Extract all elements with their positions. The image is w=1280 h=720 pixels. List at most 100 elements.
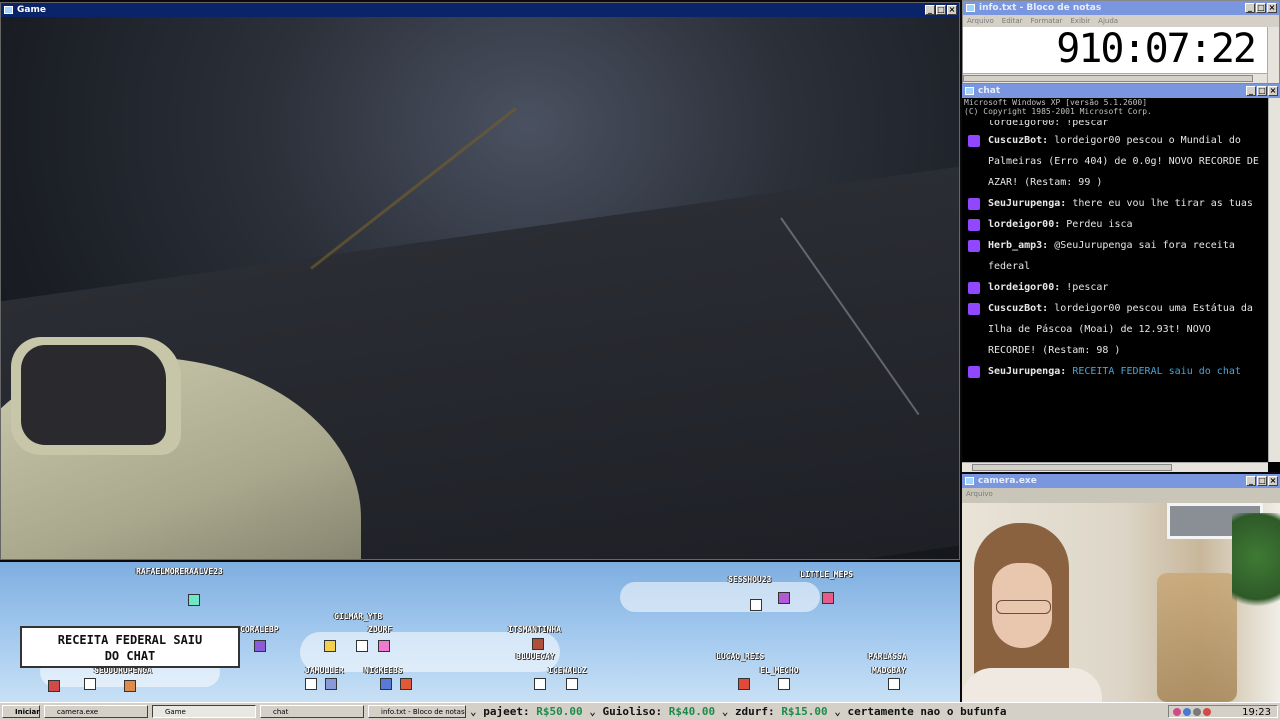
horizontal-scrollbar[interactable] bbox=[963, 73, 1267, 83]
close-button[interactable]: × bbox=[1267, 3, 1277, 13]
taskbar: Iniciar camera.exe Game chat info.txt - … bbox=[0, 702, 1280, 720]
window-title: Game bbox=[17, 5, 46, 15]
ticker-marker: ⌄ bbox=[470, 705, 484, 718]
close-button[interactable]: × bbox=[1268, 86, 1278, 96]
start-button[interactable]: Iniciar bbox=[2, 705, 40, 718]
viewer-name: PARLASSA bbox=[868, 652, 907, 661]
notepad-icon bbox=[966, 4, 975, 12]
minimize-button[interactable]: _ bbox=[925, 5, 935, 15]
viewer-sprite bbox=[778, 592, 790, 604]
maximize-button[interactable]: □ bbox=[1257, 86, 1267, 96]
viewer-sprite bbox=[822, 592, 834, 604]
viewer-sprite bbox=[532, 638, 544, 650]
viewer-sprite bbox=[305, 678, 317, 690]
viewer-name: NICKEEBS bbox=[364, 666, 403, 675]
side-mirror-glass bbox=[21, 345, 166, 445]
ticker-marker: ⌄ bbox=[589, 705, 603, 718]
task-camera[interactable]: camera.exe bbox=[44, 705, 148, 718]
viewer-sprite bbox=[188, 594, 200, 606]
maximize-button[interactable]: □ bbox=[1256, 3, 1266, 13]
scroll-thumb[interactable] bbox=[963, 75, 1253, 82]
menu-edit[interactable]: Editar bbox=[1002, 15, 1023, 27]
viewer-sprite bbox=[380, 678, 392, 690]
message-text: !pescar bbox=[1066, 282, 1109, 293]
minimize-button[interactable]: _ bbox=[1246, 86, 1256, 96]
ticker-marker: ⌄ bbox=[721, 705, 735, 718]
message-user: SeuJurupenga: bbox=[988, 366, 1067, 377]
background-chair bbox=[1157, 573, 1237, 702]
task-notepad[interactable]: info.txt - Bloco de notas bbox=[368, 705, 466, 718]
chat-notice: RECEITA FEDERAL SAIU DO CHAT bbox=[20, 626, 240, 668]
menu-file[interactable]: Arquivo bbox=[967, 15, 994, 27]
chat-window[interactable]: chat _ □ × Microsoft Windows XP [versão … bbox=[962, 84, 1280, 472]
tray-icon[interactable] bbox=[1203, 708, 1211, 716]
scroll-thumb[interactable] bbox=[972, 464, 1172, 471]
viewer-sprite bbox=[356, 640, 368, 652]
viewer-sprite bbox=[888, 678, 900, 690]
camera-titlebar[interactable]: camera.exe _ □ × bbox=[962, 474, 1280, 488]
message-user: SeuJurupenga: bbox=[988, 198, 1067, 209]
close-button[interactable]: × bbox=[1268, 476, 1278, 486]
cloud bbox=[620, 582, 820, 612]
app-icon bbox=[4, 6, 13, 14]
notice-line: DO CHAT bbox=[104, 649, 156, 663]
console-line: (C) Copyright 1985-2001 Microsoft Corp. bbox=[964, 107, 1152, 116]
viewer-name: ZDURF bbox=[368, 625, 393, 634]
twitch-badge-icon bbox=[968, 303, 980, 315]
horizontal-scrollbar[interactable] bbox=[962, 462, 1268, 472]
viewer-name: JAMULLER bbox=[305, 666, 344, 675]
viewer-name: ITSMANTINHA bbox=[508, 625, 561, 634]
donation-ticker: ⌄ pajeet: R$50.00 ⌄ Guioliso: R$40.00 ⌄ … bbox=[470, 704, 1170, 720]
vertical-scrollbar[interactable] bbox=[1267, 27, 1279, 83]
game-scene[interactable] bbox=[1, 17, 959, 559]
message-user: Herb_amp3: bbox=[988, 240, 1049, 251]
chat-message: SeuJurupenga: there eu vou lhe tirar as … bbox=[966, 193, 1262, 214]
message-text: lordeigor00: !pescar bbox=[988, 120, 1109, 128]
twitch-badge-icon bbox=[968, 240, 980, 252]
tray-icon[interactable] bbox=[1173, 708, 1181, 716]
vertical-scrollbar[interactable] bbox=[1268, 98, 1280, 462]
twitch-badge-icon bbox=[968, 219, 980, 231]
game-titlebar[interactable]: Game _ □ × bbox=[1, 3, 959, 17]
taskbar-clock[interactable]: 19:23 bbox=[1242, 706, 1271, 719]
viewer-name: RAFAELMORERAALVE23 bbox=[136, 567, 223, 576]
tray-icon[interactable] bbox=[1183, 708, 1191, 716]
task-chat[interactable]: chat bbox=[260, 705, 364, 718]
notepad-titlebar[interactable]: info.txt - Bloco de notas _ □ × bbox=[963, 1, 1279, 15]
viewer-name: ICEWALLZ bbox=[548, 666, 587, 675]
chat-message: CuscuzBot: lordeigor00 pescou o Mundial … bbox=[966, 130, 1262, 193]
viewer-name: LITTLE_MEPS bbox=[800, 570, 853, 579]
chat-titlebar[interactable]: chat _ □ × bbox=[962, 84, 1280, 98]
close-button[interactable]: × bbox=[947, 5, 957, 15]
camera-icon bbox=[965, 477, 974, 485]
minimize-button[interactable]: _ bbox=[1246, 476, 1256, 486]
task-game[interactable]: Game bbox=[152, 705, 256, 718]
chat-message: CuscuzBot: lordeigor00 pescou uma Estátu… bbox=[966, 298, 1262, 361]
game-window[interactable]: Game _ □ × bbox=[0, 2, 960, 560]
message-text: RECEITA FEDERAL saiu do chat bbox=[1072, 366, 1241, 377]
twitch-badge-icon bbox=[968, 135, 980, 147]
chat-message: lordeigor00: Perdeu isca bbox=[966, 214, 1262, 235]
twitch-badge-icon bbox=[968, 198, 980, 210]
maximize-button[interactable]: □ bbox=[1257, 476, 1267, 486]
maximize-button[interactable]: □ bbox=[936, 5, 946, 15]
tray-icon[interactable] bbox=[1193, 708, 1201, 716]
system-tray: 19:23 bbox=[1168, 705, 1278, 718]
donation-amount: R$50.00 bbox=[536, 705, 583, 718]
minimize-button[interactable]: _ bbox=[1245, 3, 1255, 13]
camera-window[interactable]: camera.exe _ □ × Arquivo bbox=[962, 474, 1280, 702]
donation-amount: R$40.00 bbox=[668, 705, 716, 718]
message-user: lordeigor00: bbox=[988, 282, 1061, 293]
viewer-sprite bbox=[324, 640, 336, 652]
viewer-sprite bbox=[534, 678, 546, 690]
viewer-name: CORALEBP bbox=[240, 625, 279, 634]
stream-timer: 910:07:22 bbox=[1056, 26, 1257, 72]
donor-name: Guioliso: bbox=[602, 705, 663, 718]
menu-file[interactable]: Arquivo bbox=[966, 488, 993, 500]
notepad-window[interactable]: info.txt - Bloco de notas _ □ × Arquivo … bbox=[962, 0, 1280, 84]
chat-message: Herb_amp3: @SeuJurupenga sai fora receit… bbox=[966, 235, 1262, 277]
viewer-sprite bbox=[400, 678, 412, 690]
viewer-sprite bbox=[750, 599, 762, 611]
donor-name: certamente nao o bufunfa bbox=[847, 705, 1007, 718]
viewer-sprite bbox=[378, 640, 390, 652]
